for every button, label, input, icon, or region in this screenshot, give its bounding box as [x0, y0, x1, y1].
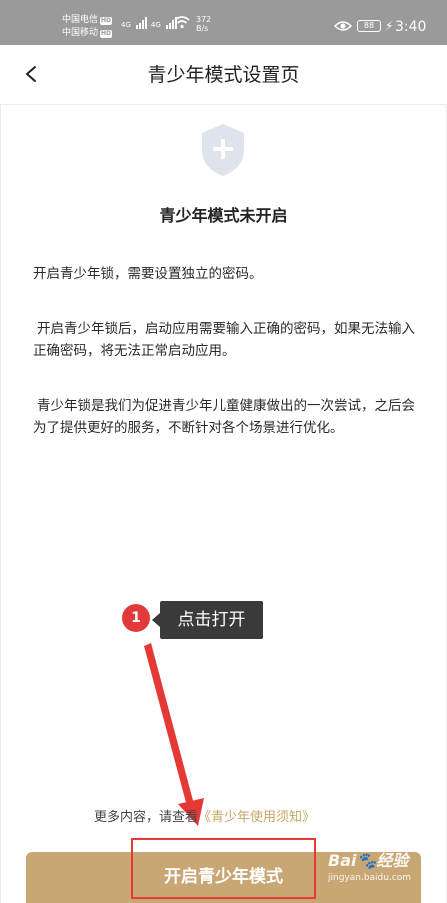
network-speed-unit: B/s — [196, 24, 209, 33]
signal-icons: 4G 4G — [121, 17, 177, 29]
network-speed-value: 372 — [196, 15, 212, 24]
bolt-icon: ⚡ — [385, 19, 394, 33]
watermark-url: jingyan.baidu.com — [328, 873, 412, 883]
status-bar: 中国电信 HD 中国移动 HD 4G 4G 372 B/s 88 ⚡ 3:40 — [0, 0, 447, 45]
watermark-logo: Bai🐾经验 — [328, 851, 409, 870]
info-paragraph: 青少年锁是我们为促进青少年儿童健康做出的一次尝试，之后会为了提供更好的服务，不断… — [33, 398, 415, 436]
status-time: 3:40 — [395, 19, 427, 35]
footer-note: 更多内容，请查看《青少年使用须知》 — [94, 809, 315, 827]
signal-type-label: 4G — [121, 21, 131, 29]
mode-status-title: 青少年模式未开启 — [159, 206, 288, 225]
step-number-badge: 1 — [122, 604, 150, 632]
info-paragraph: 开启青少年锁，需要设置独立的密码。 — [33, 266, 263, 282]
network-speed: 372 B/s — [196, 15, 211, 33]
carrier-1-label: 中国电信 — [62, 15, 99, 25]
hd-badge: HD — [100, 16, 113, 25]
page-title: 青少年模式设置页 — [147, 64, 300, 86]
carrier-info: 中国电信 HD 中国移动 HD — [62, 14, 113, 40]
info-paragraph: 开启青少年锁后，启动应用需要输入正确的密码，如果无法输入正确密码，将无法正常启动… — [33, 321, 415, 359]
hd-badge: HD — [100, 29, 113, 38]
usage-terms-link[interactable]: 《青少年使用须知》 — [198, 810, 315, 825]
eye-icon — [334, 21, 352, 31]
footer-note-text: 更多内容，请查看 — [94, 810, 199, 825]
signal-type-label: 4G — [150, 21, 161, 29]
annotation-highlight-box — [131, 838, 316, 899]
step-callout: 点击打开 — [152, 601, 263, 639]
nav-bar: 青少年模式设置页 — [0, 45, 447, 105]
carrier-2-label: 中国移动 — [62, 28, 99, 38]
signal-bars-icon — [135, 17, 147, 29]
shield-plus-icon — [202, 124, 244, 176]
watermark: Bai🐾经验 jingyan.baidu.com — [328, 852, 411, 884]
battery-indicator: 88 — [357, 20, 381, 32]
wifi-icon — [174, 16, 190, 29]
